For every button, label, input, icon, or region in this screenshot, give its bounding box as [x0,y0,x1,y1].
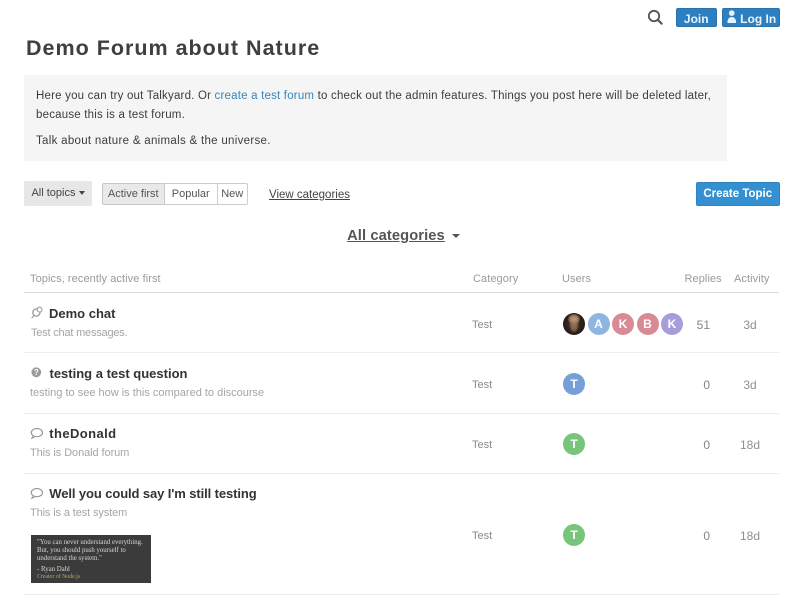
svg-text:?: ? [34,368,39,377]
